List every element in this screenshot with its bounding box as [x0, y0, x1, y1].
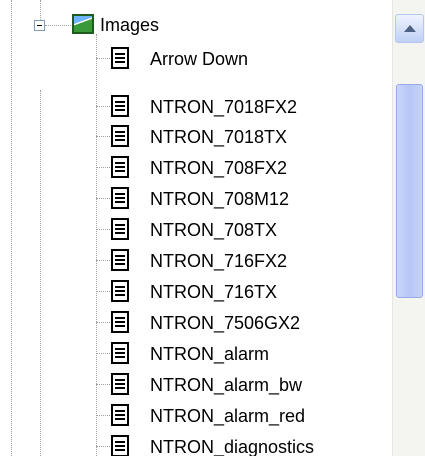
tree-item[interactable]: NTRON_716TX	[0, 277, 390, 307]
document-icon	[111, 187, 129, 209]
tree-guide-line	[96, 136, 110, 137]
tree-guide-line	[96, 446, 110, 447]
tree-guide-line	[96, 322, 110, 323]
document-icon	[111, 156, 129, 178]
tree-item[interactable]: NTRON_7018FX2	[0, 92, 390, 122]
document-icon	[111, 373, 129, 395]
document-icon	[111, 249, 129, 271]
tree-item[interactable]: NTRON_alarm	[0, 339, 390, 369]
tree-item-label: NTRON_7018TX	[150, 127, 288, 147]
tree-item-label: Arrow Down	[150, 49, 249, 69]
tree-item-label: NTRON_alarm_red	[150, 406, 306, 426]
document-icon	[111, 342, 129, 364]
tree-item[interactable]: NTRON_diagnostics	[0, 432, 390, 456]
tree-item[interactable]: NTRON_7018TX	[0, 122, 390, 152]
vertical-scrollbar[interactable]	[392, 0, 425, 456]
tree-item[interactable]: NTRON_708FX2	[0, 153, 390, 183]
tree-item[interactable]: NTRON_alarm_bw	[0, 370, 390, 400]
document-icon	[111, 435, 129, 456]
document-icon	[111, 125, 129, 147]
tree-item-label: NTRON_alarm_bw	[150, 375, 303, 395]
document-icon	[111, 404, 129, 426]
tree-item[interactable]: Arrow Down	[0, 44, 390, 74]
document-icon	[111, 95, 129, 117]
tree-item[interactable]: NTRON_7506GX2	[0, 308, 390, 338]
tree-guide-line	[96, 291, 110, 292]
collapse-minus-icon[interactable]	[34, 20, 45, 31]
document-icon	[111, 311, 129, 333]
tree-item-label: NTRON_7018FX2	[150, 97, 298, 117]
tree-item-label: NTRON_716TX	[150, 282, 278, 302]
tree-item[interactable]: NTRON_708M12	[0, 184, 390, 214]
tree-guide-line	[96, 353, 110, 354]
tree-item-label: NTRON_7506GX2	[150, 313, 301, 333]
tree-guide-line	[96, 229, 110, 230]
tree-guide-line	[96, 415, 110, 416]
document-icon	[111, 218, 129, 240]
tree-guide-line	[96, 106, 110, 107]
tree-view: Images Arrow Down NTRON_7018FX2 NTRON_7018…	[0, 0, 390, 456]
tree-guide-line	[96, 58, 110, 59]
tree-folder-images[interactable]: Images	[0, 10, 390, 40]
tree-guide-line	[96, 384, 110, 385]
tree-item[interactable]: NTRON_708TX	[0, 215, 390, 245]
tree-guide-line	[96, 167, 110, 168]
tree-folder-label: Images	[100, 15, 160, 35]
tree-item[interactable]: NTRON_alarm_red	[0, 401, 390, 431]
tree-item-label: NTRON_708M12	[150, 189, 290, 209]
document-icon	[111, 280, 129, 302]
tree-guide-line	[96, 198, 110, 199]
tree-item-label: NTRON_708FX2	[150, 158, 288, 178]
tree-guide-line	[96, 260, 110, 261]
image-folder-icon	[72, 14, 94, 34]
scroll-up-button[interactable]	[395, 14, 424, 43]
scroll-thumb[interactable]	[396, 84, 423, 298]
tree-item-label: NTRON_708TX	[150, 220, 278, 240]
tree-item-label: NTRON_alarm	[150, 344, 270, 364]
document-icon	[111, 47, 129, 69]
tree-item-label: NTRON_diagnostics	[150, 437, 315, 456]
tree-item[interactable]: NTRON_716FX2	[0, 246, 390, 276]
tree-item-label: NTRON_716FX2	[150, 251, 288, 271]
